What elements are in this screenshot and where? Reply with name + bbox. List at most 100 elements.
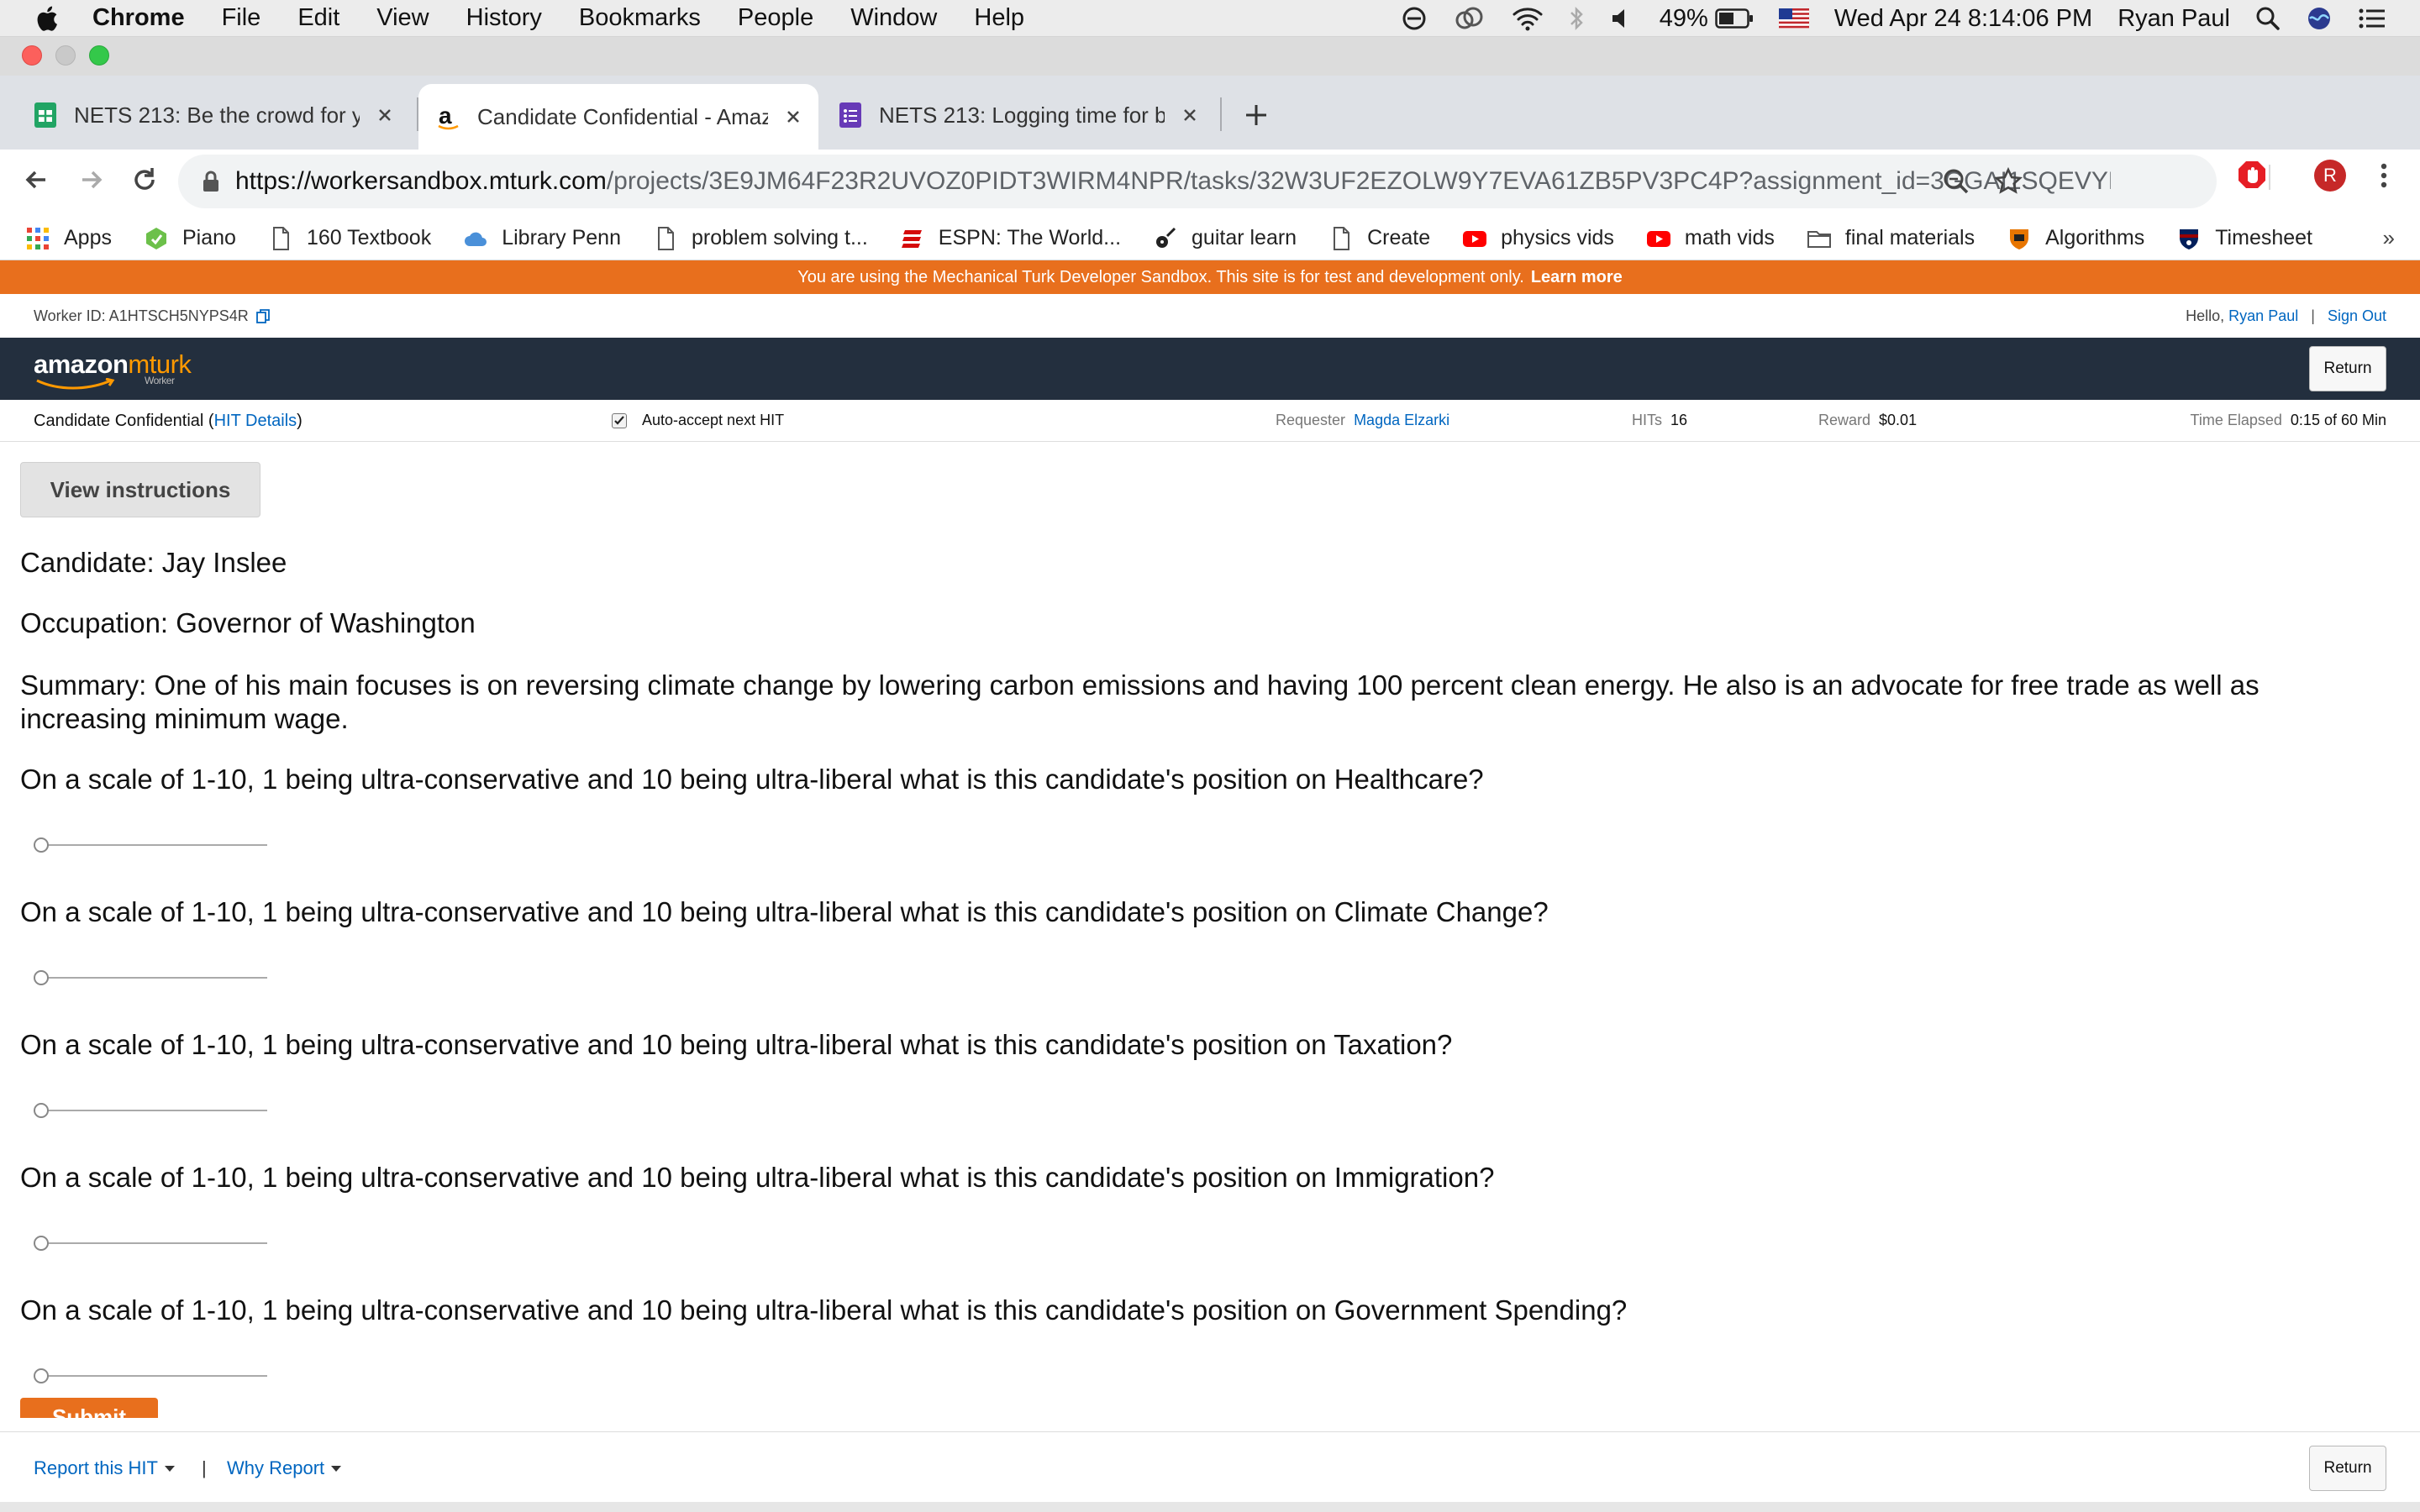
menu-app-name[interactable]: Chrome: [92, 4, 185, 32]
reload-icon[interactable]: [128, 163, 161, 197]
reward-value: $0.01: [1879, 412, 1918, 428]
bookmark-timesheet[interactable]: Timesheet: [2176, 226, 2312, 251]
zoom-magnifier-icon[interactable]: [1941, 166, 1971, 197]
notification-center-icon[interactable]: [2358, 7, 2386, 30]
report-hit-link[interactable]: Report this HIT: [34, 1457, 175, 1479]
tab-nets213-crowd[interactable]: NETS 213: Be the crowd for yo: [15, 87, 410, 143]
slider-thumb[interactable]: [34, 1103, 49, 1118]
bookmark-final-materials[interactable]: final materials: [1807, 226, 1975, 251]
slider-thumb[interactable]: [34, 1236, 49, 1251]
return-button-bottom[interactable]: Return: [2309, 1446, 2386, 1491]
menu-window[interactable]: Window: [850, 4, 937, 32]
tab-title: NETS 213: Logging time for be: [879, 102, 1165, 128]
document-icon: [1334, 226, 1350, 250]
menu-user-name[interactable]: Ryan Paul: [2118, 5, 2230, 33]
slider-thumb[interactable]: [34, 1368, 49, 1383]
close-tab-icon[interactable]: [373, 103, 397, 127]
copy-icon[interactable]: [255, 308, 272, 325]
battery-status[interactable]: 49%: [1660, 5, 1754, 33]
bookmark-espn[interactable]: ESPN: The World...: [900, 226, 1121, 251]
piano-site-icon: [145, 227, 166, 249]
government-spending-slider[interactable]: [34, 1368, 267, 1384]
menu-bookmarks[interactable]: Bookmarks: [579, 4, 701, 32]
slider-track: [39, 977, 267, 979]
sandbox-message: You are using the Mechanical Turk Develo…: [797, 267, 1524, 286]
menu-edit[interactable]: Edit: [297, 4, 339, 32]
guitar-icon: [1156, 227, 1176, 248]
auto-accept-checkbox[interactable]: [612, 412, 627, 428]
worker-name-link[interactable]: Ryan Paul: [2228, 307, 2298, 324]
candidate-summary: Summary: One of his main focuses is on r…: [20, 669, 2260, 734]
bookmark-guitar-learn[interactable]: guitar learn: [1153, 226, 1297, 251]
requester-link[interactable]: Magda Elzarki: [1354, 412, 1449, 428]
logo-amazon-text: amazon: [34, 349, 129, 379]
taxation-slider[interactable]: [34, 1102, 267, 1119]
bookmark-algorithms[interactable]: Algorithms: [2007, 226, 2144, 251]
close-tab-icon[interactable]: [1178, 103, 1202, 127]
lock-icon[interactable]: [202, 170, 220, 193]
bookmarks-overflow-chevron[interactable]: »: [2383, 225, 2395, 251]
bookmark-library-penn[interactable]: Library Penn: [463, 226, 621, 251]
do-not-disturb-icon[interactable]: [1401, 5, 1428, 32]
slider-thumb[interactable]: [34, 837, 49, 853]
immigration-slider[interactable]: [34, 1235, 267, 1252]
hit-details-link[interactable]: HIT Details: [214, 412, 297, 430]
return-button-top[interactable]: Return: [2309, 346, 2386, 391]
minimize-window-button[interactable]: [55, 45, 76, 66]
bookmark-piano[interactable]: Piano: [144, 226, 236, 251]
menu-people[interactable]: People: [738, 4, 813, 32]
healthcare-slider[interactable]: [34, 837, 267, 853]
menu-history[interactable]: History: [466, 4, 542, 32]
adblock-extension-icon[interactable]: [2237, 160, 2267, 190]
creative-cloud-icon[interactable]: [1453, 5, 1486, 32]
bookmark-160-textbook[interactable]: 160 Textbook: [268, 226, 431, 251]
penn-shield-icon: [2180, 228, 2199, 249]
window-bottom-edge: [0, 1502, 2420, 1512]
tab-candidate-confidential[interactable]: a Candidate Confidential - Amaz: [418, 84, 818, 150]
profile-avatar[interactable]: R: [2314, 160, 2346, 192]
spotlight-search-icon[interactable]: [2255, 5, 2281, 32]
us-flag-icon[interactable]: [1778, 8, 1809, 29]
back-arrow-icon[interactable]: [20, 163, 54, 197]
bookmark-math-vids[interactable]: math vids: [1646, 226, 1775, 251]
menu-help[interactable]: Help: [974, 4, 1024, 32]
close-window-button[interactable]: [22, 45, 42, 66]
siri-icon[interactable]: [2306, 5, 2333, 32]
sign-out-link[interactable]: Sign Out: [2328, 307, 2386, 324]
zoom-window-button[interactable]: [89, 45, 109, 66]
wifi-icon[interactable]: [1512, 5, 1544, 32]
menu-view[interactable]: View: [376, 4, 429, 32]
hit-info-bar: Candidate Confidential (HIT Details) Aut…: [0, 400, 2420, 442]
climate-change-slider[interactable]: [34, 969, 267, 986]
bookmark-label: ESPN: The World...: [938, 226, 1122, 249]
new-tab-plus-icon[interactable]: [1242, 101, 1270, 129]
tab-nets213-logging[interactable]: NETS 213: Logging time for be: [820, 87, 1215, 143]
slider-thumb[interactable]: [34, 970, 49, 985]
cloud-icon: [465, 232, 487, 246]
chrome-menu-kebab-icon[interactable]: [2371, 160, 2396, 192]
candidate-occupation: Occupation: Governor of Washington: [20, 607, 476, 638]
close-tab-icon[interactable]: [781, 105, 805, 129]
address-bar[interactable]: https://workersandbox.mturk.com /project…: [178, 155, 2217, 208]
youtube-icon: [1646, 230, 1670, 247]
bookmark-star-icon[interactable]: [1993, 166, 2023, 197]
learn-more-link[interactable]: Learn more: [1531, 268, 1623, 287]
battery-percent: 49%: [1659, 4, 1708, 32]
bookmark-label: 160 Textbook: [306, 226, 432, 249]
bluetooth-icon[interactable]: [1569, 5, 1584, 32]
clock[interactable]: Wed Apr 24 8:14:06 PM: [1834, 5, 2092, 33]
forward-arrow-icon[interactable]: [74, 163, 108, 197]
volume-icon[interactable]: [1609, 5, 1634, 32]
menu-file[interactable]: File: [222, 4, 261, 32]
apple-logo-icon[interactable]: [34, 4, 59, 33]
view-instructions-button[interactable]: View instructions: [20, 462, 260, 517]
bookmark-physics-vids[interactable]: physics vids: [1462, 226, 1614, 251]
auto-accept-label[interactable]: Auto-accept next HIT: [642, 412, 784, 429]
bookmark-apps[interactable]: Apps: [25, 226, 112, 251]
bookmark-create[interactable]: Create: [1328, 226, 1430, 251]
bookmark-problem-solving[interactable]: problem solving t...: [653, 226, 868, 251]
bookmark-label: Algorithms: [2045, 226, 2145, 249]
why-report-link[interactable]: Why Report: [227, 1457, 342, 1479]
submit-button[interactable]: Submit: [20, 1398, 158, 1418]
amazon-mturk-logo[interactable]: amazonmturk Worker: [34, 349, 192, 390]
